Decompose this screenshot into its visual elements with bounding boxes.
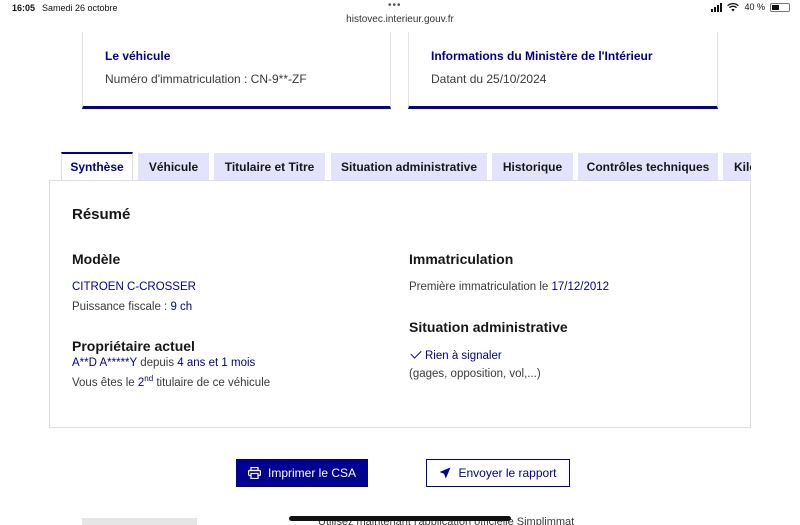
tab-synthese[interactable]: Synthèse <box>61 152 133 181</box>
first-registration: Première immatriculation le 17/12/2012 <box>409 281 609 293</box>
signal-icon <box>711 2 723 12</box>
owner-heading: Propriétaire actuel <box>72 338 195 354</box>
summary-panel: Résumé Modèle CITROEN C-CROSSER Puissanc… <box>49 180 751 428</box>
tab-vehicule[interactable]: Véhicule <box>138 153 209 181</box>
admin-heading: Situation administrative <box>409 319 568 335</box>
owner-rank-prefix: Vous êtes le <box>72 376 138 389</box>
wifi-icon <box>727 2 740 11</box>
registration-heading: Immatriculation <box>409 251 514 267</box>
owner-line: A**D A*****Y depuis 4 ans et 1 mois <box>72 357 255 369</box>
owner-rank-sup: nd <box>144 374 154 383</box>
url-bar[interactable]: histovec.interieur.gouv.fr <box>0 14 800 32</box>
tab-titulaire[interactable]: Titulaire et Titre <box>214 153 325 181</box>
first-registration-label: Première immatriculation le <box>409 281 552 293</box>
owner-since-value: 4 ans et 1 mois <box>177 357 256 369</box>
send-report-button[interactable]: Envoyer le rapport <box>426 459 570 487</box>
admin-status-text: Rien à signaler <box>425 350 502 362</box>
check-icon <box>410 347 422 359</box>
tab-bar: Synthèse Véhicule Titulaire et Titre Sit… <box>61 152 751 181</box>
send-icon <box>439 467 451 479</box>
ministry-date: Datant du 25/10/2024 <box>431 72 547 86</box>
more-dots-icon[interactable]: ••• <box>388 0 402 11</box>
owner-rank-suffix: titulaire de ce véhicule <box>153 376 271 389</box>
fiscal-power-value: 9 ch <box>170 301 193 313</box>
owner-since-label: depuis <box>137 357 178 369</box>
tab-kilometrage[interactable]: Kilo <box>723 153 751 181</box>
home-indicator[interactable] <box>289 516 511 521</box>
tab-controles-techniques[interactable]: Contrôles techniques <box>578 153 718 181</box>
ministry-card-title: Informations du Ministère de l'Intérieur <box>431 49 653 63</box>
admin-note: (gages, opposition, vol,...) <box>409 368 541 380</box>
send-report-label: Envoyer le rapport <box>458 466 557 480</box>
owner-name: A**D A*****Y <box>72 357 137 369</box>
summary-heading: Résumé <box>72 206 131 223</box>
owner-rank: Vous êtes le 2nd titulaire de ce véhicul… <box>72 374 270 389</box>
print-csa-button[interactable]: Imprimer le CSA <box>236 459 368 487</box>
vehicle-card-title: Le véhicule <box>105 49 171 63</box>
status-indicators: 40 % <box>711 2 790 12</box>
fiscal-power: Puissance fiscale : 9 ch <box>72 301 192 313</box>
vehicle-card: Le véhicule Numéro d'immatriculation : C… <box>82 32 391 109</box>
registration-number: Numéro d'immatriculation : CN-9**-ZF <box>105 72 307 86</box>
status-date: Samedi 26 octobre <box>42 3 118 13</box>
printer-icon <box>247 467 261 479</box>
fiscal-power-label: Puissance fiscale : <box>72 301 171 313</box>
model-heading: Modèle <box>72 251 121 267</box>
battery-icon <box>770 2 790 12</box>
print-csa-label: Imprimer le CSA <box>267 466 356 480</box>
app-promo-image <box>82 518 197 525</box>
tab-situation-administrative[interactable]: Situation administrative <box>331 153 487 181</box>
model-name: CITROEN C-CROSSER <box>72 281 196 293</box>
battery-percent: 40 % <box>744 2 765 12</box>
admin-status: Rien à signaler <box>410 347 502 362</box>
first-registration-date: 17/12/2012 <box>551 281 610 293</box>
status-time: 16:05 <box>12 3 36 13</box>
ministry-card: Informations du Ministère de l'Intérieur… <box>408 32 718 109</box>
tab-historique[interactable]: Historique <box>492 153 573 181</box>
